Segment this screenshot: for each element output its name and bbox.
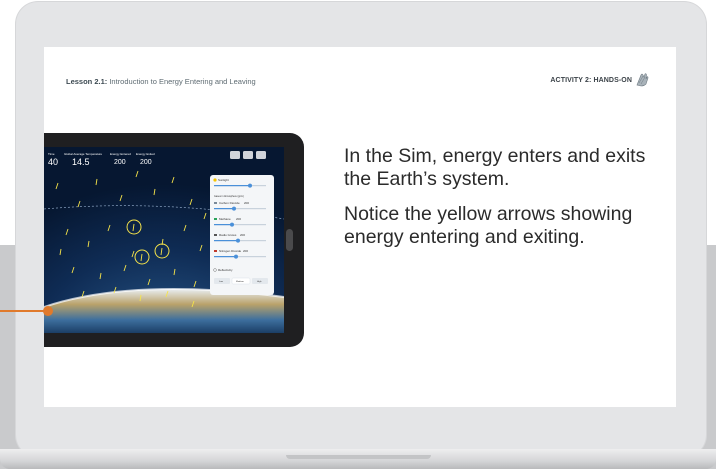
nitrogen-value: 200 [243, 249, 248, 253]
methane-label: Methane [219, 217, 231, 221]
time-label: Time [48, 152, 55, 156]
reflectivity-medium: Medium [236, 281, 244, 283]
sim-control-panel: Sunlight Gases in Atmosphere (ppm) Carbo… [210, 175, 274, 295]
co2-label: Carbon Dioxide [219, 201, 240, 205]
lesson-number: Lesson 2.1: [66, 77, 108, 86]
laptop-hinge-notch [286, 455, 431, 459]
lesson-title: Lesson 2.1: Introduction to Energy Enter… [66, 77, 256, 86]
energy-exited-label: Energy Exited [136, 152, 155, 156]
nitrogen-label: Nitrogen Dioxide [219, 249, 242, 253]
tablet-home-button [286, 229, 293, 251]
methane-value: 200 [236, 217, 241, 221]
radio-label: Radio Grows [219, 233, 237, 237]
tablet-device: Time 40 Global Average Temperature 14.5 … [44, 133, 304, 347]
radio-value: 200 [240, 233, 245, 237]
lesson-name: Introduction to Energy Entering and Leav… [107, 77, 256, 86]
energy-exited-value: 200 [140, 159, 152, 166]
co2-value: 200 [244, 201, 249, 205]
sim-screen: Time 40 Global Average Temperature 14.5 … [44, 147, 284, 333]
slide-text-1: In the Sim, energy enters and exits the … [344, 145, 646, 190]
reflectivity-low: Low [219, 281, 223, 283]
time-value: 40 [48, 157, 58, 167]
slide-text-2: Notice the yellow arrows showing energy … [344, 203, 633, 248]
temp-value: 14.5 [72, 157, 90, 167]
laptop-base [0, 449, 716, 469]
energy-entered-value: 200 [114, 159, 126, 166]
hand-icon [636, 73, 649, 87]
activity-label: ACTIVITY 2: HANDS-ON [550, 77, 632, 84]
slide-body: In the Sim, energy enters and exits the … [344, 145, 664, 261]
callout-line [0, 310, 48, 312]
callout-dot [43, 306, 53, 316]
temp-label: Global Average Temperature [64, 152, 102, 156]
gases-title: Gases in Atmosphere (ppm) [214, 195, 244, 198]
reflectivity-high: High [257, 281, 262, 283]
energy-entered-label: Energy Entered [110, 152, 131, 156]
sunlight-label: Sunlight [218, 178, 229, 182]
reflectivity-label: Reflectivity [218, 268, 233, 272]
slide: Lesson 2.1: Introduction to Energy Enter… [44, 47, 676, 407]
